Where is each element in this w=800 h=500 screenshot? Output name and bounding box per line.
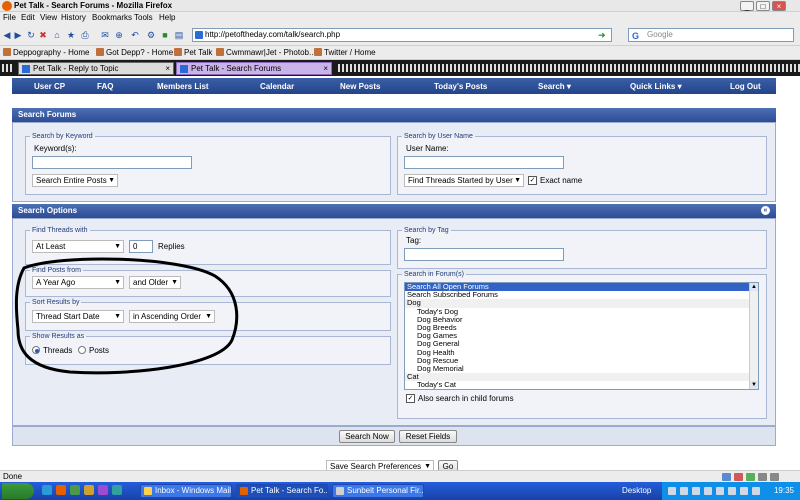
annotation-overlay — [14, 257, 239, 375]
freehand-annotation-circle — [14, 257, 239, 375]
